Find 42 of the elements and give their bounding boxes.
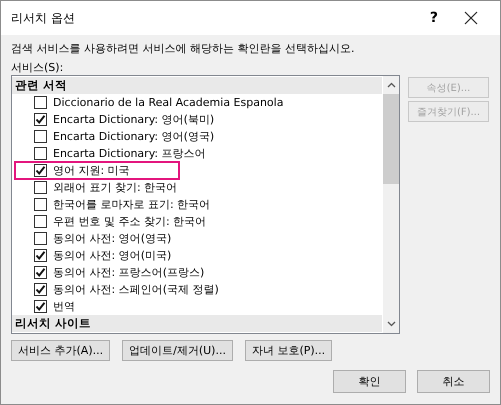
window-title: 리서치 옵션: [11, 10, 75, 26]
help-button[interactable]: ?: [422, 6, 446, 30]
scrollbar[interactable]: [383, 76, 399, 333]
service-label: 동의어 사전: 영어(영국): [53, 231, 172, 246]
checkbox[interactable]: [34, 249, 47, 262]
services-label: 서비스(S):: [11, 60, 64, 75]
scrollbar-thumb[interactable]: [383, 94, 399, 184]
checkbox[interactable]: [34, 300, 47, 313]
service-label: Encarta Dictionary: 영어(영국): [53, 129, 214, 144]
checkbox[interactable]: [34, 198, 47, 211]
close-icon: [464, 11, 478, 25]
service-label: Diccionario de la Real Academia Espanola: [53, 96, 284, 109]
action-button[interactable]: 업데이트/제거(U)...: [122, 340, 233, 361]
service-label: 동의어 사전: 스페인어(국제 정렬): [53, 282, 219, 297]
category-header: 리서치 사이트: [12, 315, 382, 332]
instruction-text: 검색 서비스를 사용하려면 서비스에 해당하는 확인란을 선택하십시오.: [11, 41, 356, 57]
action-button[interactable]: 서비스 추가(A)...: [11, 340, 110, 361]
service-label: 동의어 사전: 영어(미국): [53, 248, 172, 263]
service-label: 영어 지원: 미국: [53, 163, 130, 178]
action-button[interactable]: 자녀 보호(P)...: [244, 340, 332, 361]
checkbox[interactable]: [34, 266, 47, 279]
dialog-button[interactable]: 취소: [417, 370, 490, 393]
checkbox[interactable]: [34, 232, 47, 245]
checkbox[interactable]: [34, 130, 47, 143]
dialog-button[interactable]: 확인: [333, 370, 406, 393]
service-label: 외래어 표기 찾기: 한국어: [53, 180, 178, 195]
scroll-down-icon[interactable]: [386, 321, 396, 327]
checkbox[interactable]: [34, 113, 47, 126]
checkbox[interactable]: [34, 147, 47, 160]
service-label: 한국어를 로마자로 표기: 한국어: [53, 197, 210, 212]
checkbox[interactable]: [34, 181, 47, 194]
service-label: Encarta Dictionary: 프랑스어: [53, 146, 206, 161]
service-label: 동의어 사전: 프랑스어(프랑스): [53, 265, 204, 280]
category-header: 관련 서적: [12, 77, 382, 94]
service-label: 번역: [53, 299, 75, 314]
service-label: Encarta Dictionary: 영어(북미): [53, 112, 214, 127]
checkbox[interactable]: [34, 164, 47, 177]
service-label: 우편 번호 및 주소 찾기: 한국어: [53, 214, 206, 229]
checkbox[interactable]: [34, 96, 47, 109]
checkbox[interactable]: [34, 283, 47, 296]
scroll-up-icon[interactable]: [386, 82, 396, 88]
checkbox[interactable]: [34, 215, 47, 228]
